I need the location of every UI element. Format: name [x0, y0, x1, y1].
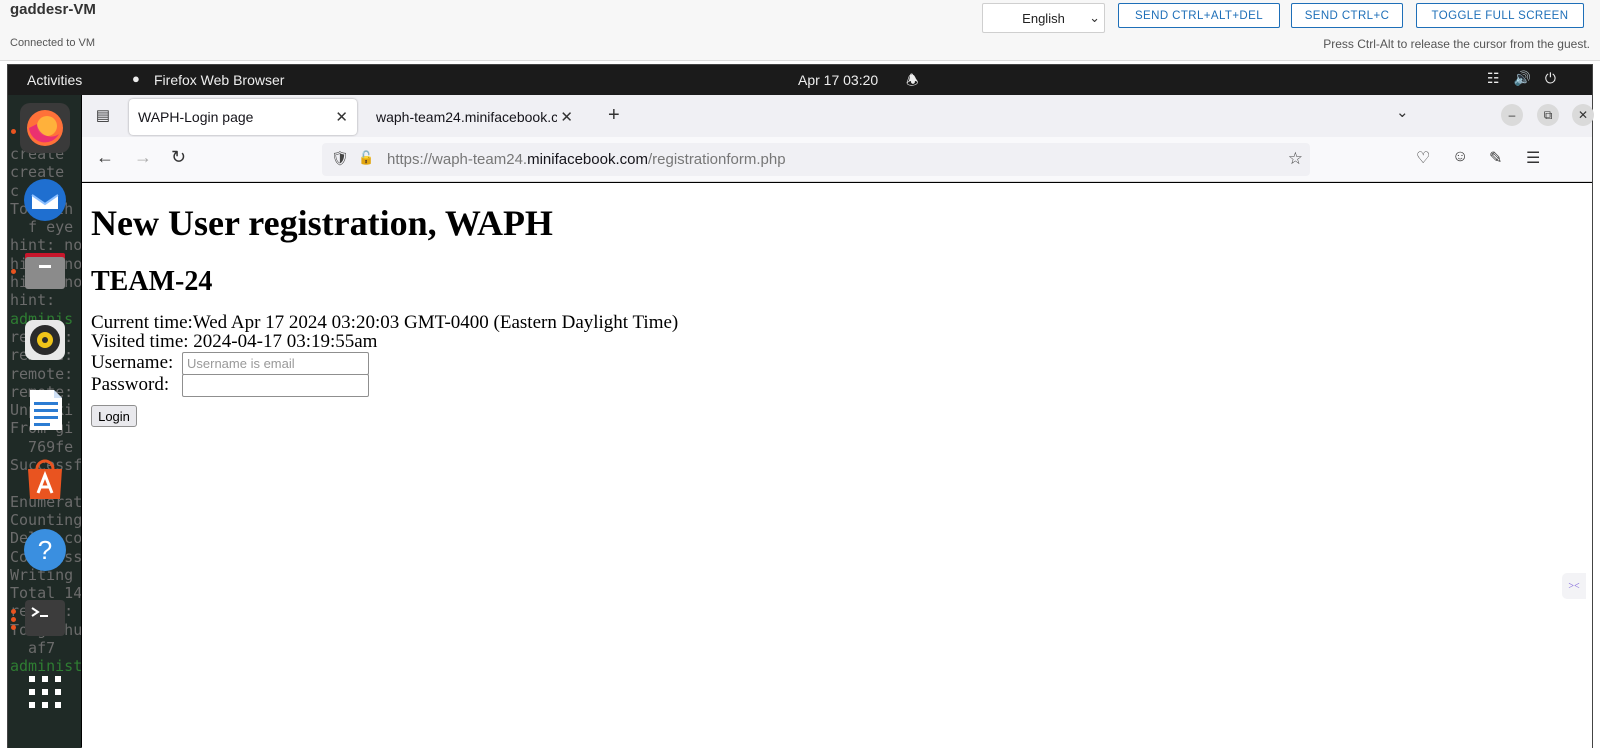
app-menu[interactable]: Firefox Web Browser [154, 72, 284, 88]
terminal-background-line: 769fe [10, 437, 74, 456]
minimize-icon[interactable]: – [1501, 104, 1523, 126]
terminal-background-line: remote: [10, 364, 81, 383]
url-path: /registrationform.php [647, 151, 786, 168]
language-select-value: English [1022, 10, 1065, 26]
visited-time-text: Visited time: 2024-04-17 03:19:55am [91, 331, 378, 352]
vm-name: gaddesr-VM [10, 1, 96, 18]
new-tab-plus-icon[interactable]: + [608, 104, 620, 127]
restore-icon[interactable]: ⧉ [1537, 104, 1559, 126]
close-window-icon[interactable]: ✕ [1572, 104, 1594, 126]
pocket-icon[interactable]: ♡ [1416, 148, 1430, 168]
url-domain: minifacebook.com [527, 151, 648, 168]
console-header: gaddesr-VM Connected to VM English ⌄ SEN… [0, 0, 1600, 61]
tab-title: waph-team24.minifacebook.com/registratio… [376, 109, 564, 125]
show-apps-grid-icon[interactable] [20, 667, 70, 717]
menu-hamburger-icon[interactable]: ☰ [1526, 148, 1540, 168]
tab-registration-form[interactable]: waph-team24.minifacebook.com/registratio… [367, 99, 582, 135]
files-dock-icon[interactable] [20, 245, 70, 295]
back-arrow-icon[interactable]: ← [96, 147, 114, 168]
close-icon[interactable]: ✕ [557, 108, 573, 126]
password-label: Password: [91, 374, 170, 395]
account-icon[interactable]: ☺ [1452, 148, 1468, 166]
running-indicator [11, 625, 16, 630]
url-prefix: https://waph-team24. [387, 151, 528, 168]
rhythmbox-dock-icon[interactable] [20, 315, 70, 365]
close-icon[interactable]: ✕ [335, 108, 348, 126]
language-select[interactable]: English ⌄ [982, 3, 1105, 33]
running-indicator [11, 609, 16, 614]
chevron-down-icon: ⌄ [1089, 10, 1100, 25]
tab-title: WAPH-Login page [138, 109, 254, 125]
page-viewport: New User registration, WAPH TEAM-24 Curr… [82, 183, 1592, 748]
network-icon: ☷ [1486, 70, 1514, 86]
chevron-down-icon[interactable]: ⌄ [1396, 103, 1409, 121]
volume-icon: 🔊 [1513, 70, 1545, 86]
send-ctrl-c-button[interactable]: SEND CTRL+C [1291, 3, 1403, 28]
thunderbird-dock-icon[interactable] [20, 175, 70, 225]
system-tray[interactable]: ☷🔊⏻ [1487, 70, 1570, 87]
power-icon: ⏻ [1544, 70, 1570, 86]
url-bar[interactable]: 🛡 🔓 https://waph-team24.minifacebook.com… [322, 143, 1310, 176]
sidebar-toggle-icon[interactable]: >< [1562, 573, 1586, 599]
page-subheading: TEAM-24 [91, 266, 213, 297]
ubuntu-dock: createcreatec eTo gith f eyehint: nohint… [8, 95, 81, 748]
running-indicator [11, 269, 16, 274]
bookmark-star-icon[interactable]: ☆ [1288, 149, 1303, 169]
extensions-icon[interactable]: ✎ [1489, 148, 1502, 168]
vm-connection-status: Connected to VM [10, 37, 95, 49]
reload-icon[interactable]: ↻ [171, 147, 186, 168]
release-cursor-hint: Press Ctrl-Alt to release the cursor fro… [1323, 37, 1590, 51]
app-center-dock-icon[interactable] [20, 455, 70, 505]
tab-list-icon[interactable]: ▤ [92, 106, 114, 128]
help-dock-icon[interactable]: ? [20, 525, 70, 575]
shield-icon[interactable]: 🛡 [331, 150, 349, 167]
alarm-icon: 🕭 [906, 72, 919, 88]
running-indicator [11, 129, 16, 134]
browser-tab-bar: ▤ WAPH-Login page ✕ waph-team24.miniface… [82, 95, 1594, 137]
login-button[interactable]: Login [91, 405, 137, 427]
tab-waph-login[interactable]: WAPH-Login page ✕ [129, 99, 357, 135]
firefox-dock-icon[interactable] [20, 103, 70, 153]
clock[interactable]: Apr 17 03:20 [798, 72, 878, 88]
svg-text:?: ? [38, 535, 52, 565]
password-input[interactable] [182, 374, 369, 397]
url-text[interactable]: https://waph-team24.minifacebook.com/reg… [387, 151, 786, 168]
username-label: Username: [91, 352, 174, 373]
firefox-app-icon: ● [132, 71, 140, 86]
forward-arrow-icon[interactable]: → [134, 147, 152, 168]
toggle-full-screen-button[interactable]: TOGGLE FULL SCREEN [1416, 3, 1584, 28]
browser-nav-bar: ← → ↻ 🛡 🔓 https://waph-team24.minifacebo… [82, 137, 1592, 182]
gnome-top-bar: Activities ● Firefox Web Browser Apr 17 … [8, 65, 1592, 95]
libreoffice-writer-dock-icon[interactable] [20, 385, 70, 435]
page-heading: New User registration, WAPH [91, 203, 553, 243]
running-indicator [11, 617, 16, 622]
send-ctrl-alt-del-button[interactable]: SEND CTRL+ALT+DEL [1118, 3, 1280, 28]
username-input[interactable]: Username is email [182, 352, 369, 375]
terminal-dock-icon[interactable] [20, 593, 70, 643]
lock-icon[interactable]: 🔓 [358, 150, 374, 166]
activities-button[interactable]: Activities [27, 72, 82, 88]
